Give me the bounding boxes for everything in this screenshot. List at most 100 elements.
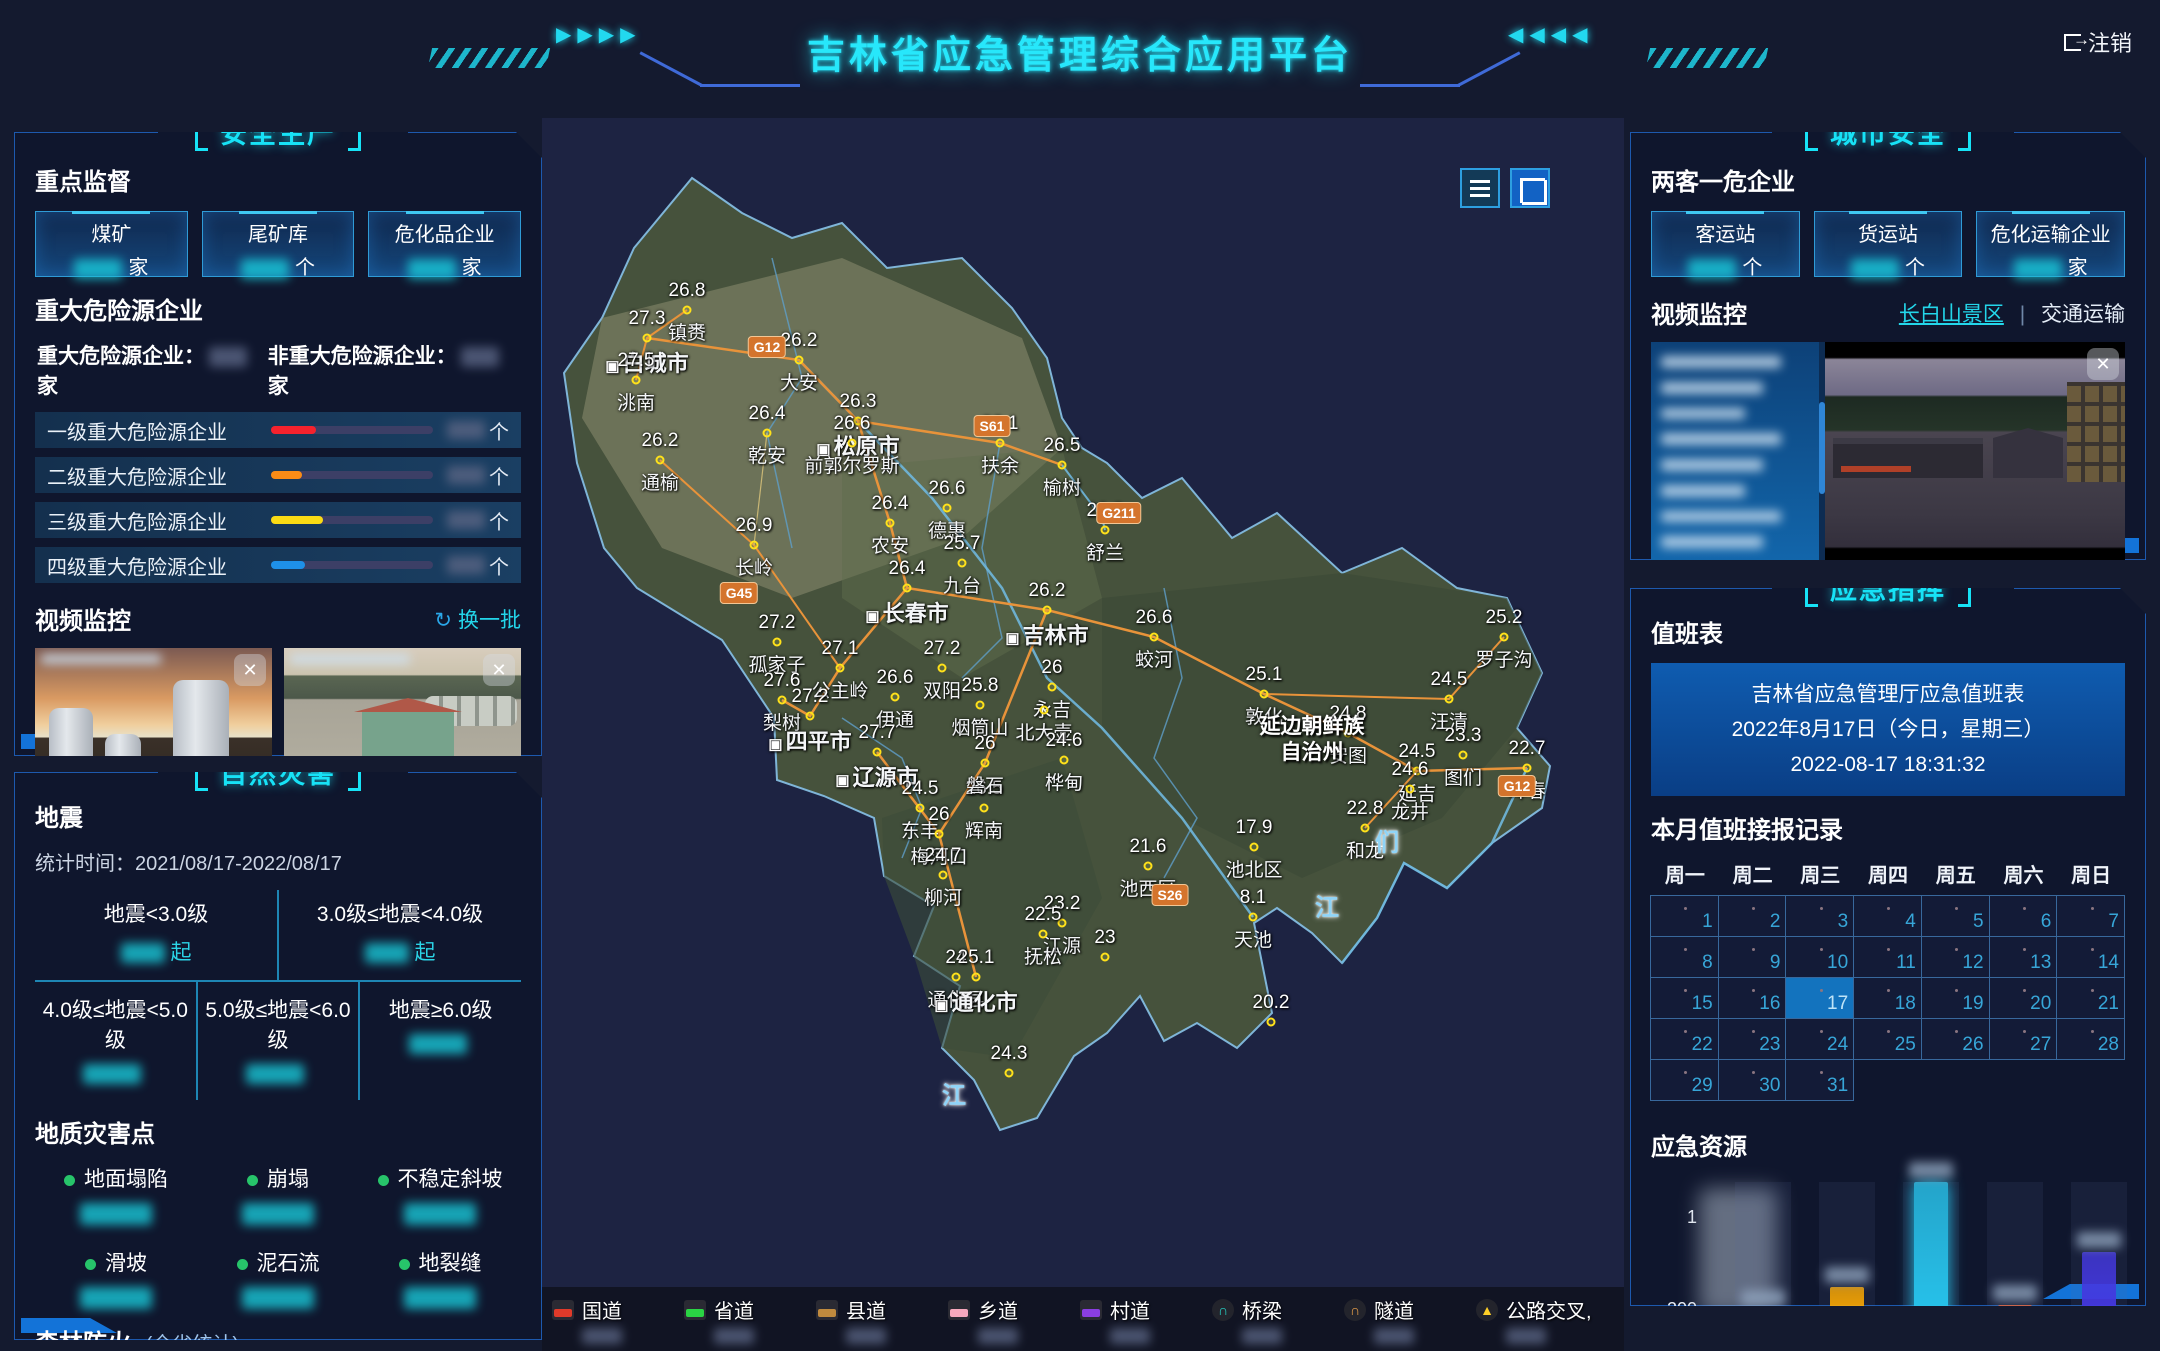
map-station-dot[interactable] bbox=[980, 804, 989, 813]
camera-list-item[interactable] bbox=[1661, 382, 1763, 394]
camera-list-item[interactable] bbox=[1661, 536, 1763, 548]
camera-list-item[interactable] bbox=[1661, 511, 1781, 523]
calendar-day-cell[interactable]: 9 bbox=[1718, 936, 1787, 978]
camera-list-item[interactable] bbox=[1661, 433, 1781, 445]
province-map[interactable]: 26.8镇赉27.3白城市27.5洮南26.2大安26.3松原市26.6前郭尔罗… bbox=[542, 118, 1624, 1351]
calendar-day-cell[interactable]: 7 bbox=[2056, 895, 2125, 937]
calendar-day-cell[interactable]: 17 bbox=[1785, 977, 1854, 1019]
calendar-day-cell[interactable]: 30 bbox=[1718, 1059, 1787, 1101]
legend-item-line[interactable]: 乡道 bbox=[948, 1295, 1080, 1344]
map-station-dot[interactable] bbox=[1406, 785, 1415, 794]
map-station-dot[interactable] bbox=[981, 759, 990, 768]
logout-button[interactable]: 注销 bbox=[2064, 26, 2132, 58]
calendar-day-cell[interactable]: 12 bbox=[1921, 936, 1990, 978]
map-station-dot[interactable] bbox=[916, 804, 925, 813]
map-station-dot[interactable] bbox=[952, 973, 961, 982]
calendar-day-cell[interactable]: 2 bbox=[1718, 895, 1787, 937]
city-video-close-icon[interactable]: ✕ bbox=[2087, 348, 2119, 380]
camera-list-item[interactable] bbox=[1661, 356, 1781, 368]
calendar-day-cell[interactable]: 15 bbox=[1650, 977, 1719, 1019]
calendar-day-cell[interactable]: 29 bbox=[1650, 1059, 1719, 1101]
calendar-day-cell[interactable]: 27 bbox=[1989, 1018, 2058, 1060]
legend-item-line[interactable]: 村道 bbox=[1080, 1295, 1212, 1344]
map-station-dot[interactable] bbox=[903, 584, 912, 593]
map-station-dot[interactable] bbox=[848, 439, 857, 448]
map-station-dot[interactable] bbox=[976, 701, 985, 710]
calendar-day-cell[interactable]: 20 bbox=[1989, 977, 2058, 1019]
map-station-dot[interactable] bbox=[1058, 461, 1067, 470]
calendar-day-cell[interactable]: 31 bbox=[1785, 1059, 1854, 1101]
map-station-dot[interactable] bbox=[943, 504, 952, 513]
refresh-batch-button[interactable]: ↻换一批 bbox=[434, 604, 521, 634]
map-station-dot[interactable] bbox=[1249, 913, 1258, 922]
map-station-dot[interactable] bbox=[1523, 764, 1532, 773]
map-station-dot[interactable] bbox=[1361, 824, 1370, 833]
map-station-dot[interactable] bbox=[1459, 751, 1468, 760]
calendar-day-cell[interactable]: 14 bbox=[2056, 936, 2125, 978]
calendar-day-cell[interactable]: 18 bbox=[1853, 977, 1922, 1019]
calendar-day-cell[interactable]: 16 bbox=[1718, 977, 1787, 1019]
camera-list[interactable] bbox=[1651, 342, 1819, 562]
calendar-day-cell[interactable]: 6 bbox=[1989, 895, 2058, 937]
map-station-dot[interactable] bbox=[1445, 695, 1454, 704]
calendar-day-cell[interactable]: 1 bbox=[1650, 895, 1719, 937]
legend-item-line[interactable]: 省道 bbox=[684, 1295, 816, 1344]
map-station-dot[interactable] bbox=[656, 456, 665, 465]
map-station-dot[interactable] bbox=[972, 973, 981, 982]
map-station-dot[interactable] bbox=[1150, 633, 1159, 642]
map-station-dot[interactable] bbox=[806, 712, 815, 721]
calendar-day-cell[interactable]: 5 bbox=[1921, 895, 1990, 937]
map-station-dot[interactable] bbox=[1500, 633, 1509, 642]
calendar-day-cell[interactable]: 4 bbox=[1853, 895, 1922, 937]
city-video-frame[interactable]: ✕ bbox=[1825, 342, 2125, 562]
map-station-dot[interactable] bbox=[1250, 843, 1259, 852]
map-station-dot[interactable] bbox=[1267, 1018, 1276, 1027]
map-station-dot[interactable] bbox=[996, 439, 1005, 448]
map-station-dot[interactable] bbox=[886, 519, 895, 528]
map-station-dot[interactable] bbox=[1144, 862, 1153, 871]
calendar-day-cell[interactable]: 11 bbox=[1853, 936, 1922, 978]
calendar-day-cell[interactable]: 3 bbox=[1785, 895, 1854, 937]
map-station-dot[interactable] bbox=[891, 693, 900, 702]
link-changbaishan[interactable]: 长白山景区 bbox=[1899, 303, 2004, 326]
map-station-dot[interactable] bbox=[632, 376, 641, 385]
map-station-dot[interactable] bbox=[836, 664, 845, 673]
map-station-dot[interactable] bbox=[1101, 526, 1110, 535]
calendar-day-cell[interactable]: 21 bbox=[2056, 977, 2125, 1019]
calendar-day-cell[interactable]: 8 bbox=[1650, 936, 1719, 978]
map-station-dot[interactable] bbox=[1101, 953, 1110, 962]
map-fullscreen-button[interactable] bbox=[1510, 168, 1550, 208]
map-station-dot[interactable] bbox=[873, 748, 882, 757]
map-station-dot[interactable] bbox=[1043, 606, 1052, 615]
map-layers-button[interactable] bbox=[1460, 168, 1500, 208]
map-station-dot[interactable] bbox=[1060, 756, 1069, 765]
camera-list-item[interactable] bbox=[1661, 459, 1763, 471]
map-station-dot[interactable] bbox=[958, 559, 967, 568]
legend-item-junction[interactable]: ▲公路交叉, bbox=[1476, 1295, 1608, 1344]
map-station-dot[interactable] bbox=[939, 871, 948, 880]
calendar-day-cell[interactable]: 13 bbox=[1989, 936, 2058, 978]
map-station-dot[interactable] bbox=[935, 830, 944, 839]
camera-list-item[interactable] bbox=[1661, 485, 1745, 497]
map-station-dot[interactable] bbox=[1048, 683, 1057, 692]
camera2-close-icon[interactable]: ✕ bbox=[483, 654, 515, 686]
map-station-dot[interactable] bbox=[750, 541, 759, 550]
calendar-day-cell[interactable]: 26 bbox=[1921, 1018, 1990, 1060]
calendar-day-cell[interactable]: 25 bbox=[1853, 1018, 1922, 1060]
legend-item-line[interactable]: 国道 bbox=[552, 1295, 684, 1344]
link-transport[interactable]: 交通运输 bbox=[2041, 303, 2125, 326]
map-station-dot[interactable] bbox=[1005, 1069, 1014, 1078]
map-station-dot[interactable] bbox=[795, 356, 804, 365]
calendar-day-cell[interactable]: 22 bbox=[1650, 1018, 1719, 1060]
map-station-dot[interactable] bbox=[643, 334, 652, 343]
map-station-dot[interactable] bbox=[1040, 706, 1049, 715]
calendar-day-cell[interactable]: 24 bbox=[1785, 1018, 1854, 1060]
camera-list-item[interactable] bbox=[1661, 408, 1745, 420]
legend-item-tunnel[interactable]: ∩隧道 bbox=[1344, 1295, 1476, 1344]
calendar-day-cell[interactable]: 10 bbox=[1785, 936, 1854, 978]
calendar-day-cell[interactable]: 28 bbox=[2056, 1018, 2125, 1060]
map-station-dot[interactable] bbox=[773, 638, 782, 647]
calendar-day-cell[interactable]: 23 bbox=[1718, 1018, 1787, 1060]
legend-item-line[interactable]: 县道 bbox=[816, 1295, 948, 1344]
map-station-dot[interactable] bbox=[1260, 690, 1269, 699]
